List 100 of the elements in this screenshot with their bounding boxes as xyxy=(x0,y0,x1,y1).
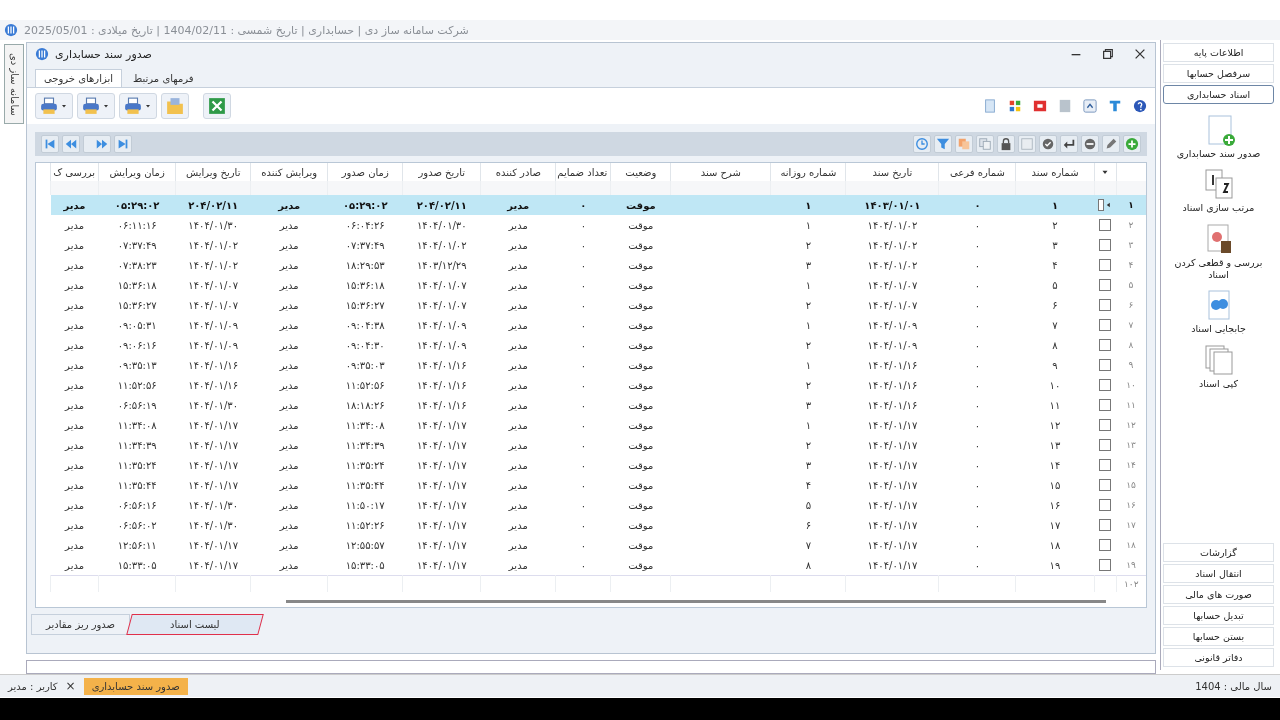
row-checkbox[interactable] xyxy=(1099,319,1111,331)
table-cell-text: ۱۴۰۴/۰۱/۱۷ xyxy=(187,538,240,553)
row-checkbox[interactable] xyxy=(1099,379,1111,391)
lock-icon[interactable] xyxy=(999,137,1013,151)
sidebar-item[interactable]: کپی اسناد xyxy=(1164,341,1273,393)
ribbon-tab[interactable]: فرمهای مرتبط xyxy=(124,69,203,87)
column-header[interactable]: شماره فرعی xyxy=(938,163,1016,181)
table-row[interactable]: ۱ ۱ ۰ ۱۴۰۳/۰۱/۰۱ ۱ موقت ۰ مدیر ۲۰۴/۰۲/۱۱ ۰۵:۲۹:۰۲ مدیر ۲۰۴/۰۲/۱۱ ۰۵:۲۹:۰۲ مدیر xyxy=(50,195,1146,215)
column-header[interactable]: زمان ویرایش xyxy=(98,163,176,181)
sidebar-section[interactable]: سرفصل حسابها xyxy=(1163,64,1274,83)
ribbon-tab[interactable]: ابزارهای خروجی xyxy=(35,69,123,87)
restore-icon[interactable] xyxy=(1101,47,1115,61)
row-checkbox[interactable] xyxy=(1099,359,1111,371)
first-icon[interactable] xyxy=(43,137,57,151)
toolbar-button[interactable] xyxy=(203,93,231,119)
table-row[interactable]: ۱۷ ۱۷ ۰ ۱۴۰۴/۰۱/۱۷ ۶ موقت ۰ مدیر ۱۴۰۴/۰۱/۱۷ ۱۱:۵۲:۲۶ مدیر ۱۴۰۴/۰۱/۳۰ ۰۶:۵۶:۰۲ مدیر xyxy=(50,515,1146,535)
column-header[interactable]: زمان صدور xyxy=(327,163,403,181)
table-cell-text: ۰ xyxy=(973,498,982,513)
row-checkbox[interactable] xyxy=(1099,459,1111,471)
sidebar-section[interactable]: اطلاعات پایه xyxy=(1163,43,1274,62)
sidebar-item[interactable]: بررسی و قطعی کردن اسناد xyxy=(1164,220,1273,284)
column-header[interactable]: تاریخ ویرایش xyxy=(175,163,251,181)
enter-icon[interactable] xyxy=(1062,137,1076,151)
row-checkbox[interactable] xyxy=(1099,279,1111,291)
row-checkbox[interactable] xyxy=(1099,239,1111,251)
table-row[interactable]: ۱۰ ۱۰ ۰ ۱۴۰۴/۰۱/۱۶ ۲ موقت ۰ مدیر ۱۴۰۴/۰۱/۱۶ ۱۱:۵۲:۵۶ مدیر ۱۴۰۴/۰۱/۱۶ ۱۱:۵۲:۵۶ مدیر xyxy=(50,375,1146,395)
row-checkbox[interactable] xyxy=(1099,479,1111,491)
table-row[interactable]: ۳ ۳ ۰ ۱۴۰۴/۰۱/۰۲ ۲ موقت ۰ مدیر ۱۴۰۴/۰۱/۰۲ ۰۷:۳۷:۴۹ مدیر ۱۴۰۴/۰۱/۰۲ ۰۷:۳۷:۴۹ مدیر xyxy=(50,235,1146,255)
table-cell: ۰ xyxy=(555,215,611,235)
row-checkbox[interactable] xyxy=(1099,299,1111,311)
row-checkbox[interactable] xyxy=(1099,339,1111,351)
sidebar-item[interactable]: مرتب سازی اسناد xyxy=(1164,166,1273,217)
pencil-icon[interactable] xyxy=(1104,137,1118,151)
column-header[interactable]: صادر کننده xyxy=(480,163,556,181)
column-header[interactable]: شماره روزانه xyxy=(770,163,846,181)
column-header[interactable]: ویرایش کننده xyxy=(250,163,328,181)
table-row[interactable]: ۱۹ ۱۹ ۰ ۱۴۰۴/۰۱/۱۷ ۸ موقت ۰ مدیر ۱۴۰۴/۰۱/۱۷ ۱۵:۳۳:۰۵ مدیر ۱۴۰۴/۰۱/۱۷ ۱۵:۳۳:۰۵ مدیر xyxy=(50,555,1146,576)
row-checkbox[interactable] xyxy=(1098,199,1104,211)
collapse-icon[interactable] xyxy=(1083,99,1097,113)
row-checkbox[interactable] xyxy=(1099,499,1111,511)
sidebar-item[interactable]: صدور سند حسابداری xyxy=(1164,112,1273,163)
close-task-button[interactable]: × xyxy=(63,679,78,693)
sidebar-link[interactable]: انتقال اسناد xyxy=(1163,564,1274,583)
scrollbar[interactable] xyxy=(286,600,1106,603)
windows-icon[interactable] xyxy=(1008,99,1022,113)
table-row[interactable]: ۱۴ ۱۴ ۰ ۱۴۰۴/۰۱/۱۷ ۳ موقت ۰ مدیر ۱۴۰۴/۰۱/۱۷ ۱۱:۳۵:۲۴ مدیر ۱۴۰۴/۰۱/۱۷ ۱۱:۳۵:۲۴ مدیر xyxy=(50,455,1146,475)
column-header[interactable]: شماره سند xyxy=(1015,163,1094,181)
row-checkbox[interactable] xyxy=(1099,439,1111,451)
sidebar-link[interactable]: تبدیل حسابها xyxy=(1163,606,1274,625)
row-checkbox[interactable] xyxy=(1099,539,1111,551)
sidebar-link[interactable]: دفاتر قانونی xyxy=(1163,648,1274,667)
sidebar-link[interactable]: گزارشات xyxy=(1163,543,1274,562)
table-row[interactable]: ۵ ۵ ۰ ۱۴۰۴/۰۱/۰۷ ۱ موقت ۰ مدیر ۱۴۰۴/۰۱/۰۷ ۱۵:۳۶:۱۸ مدیر ۱۴۰۴/۰۱/۰۷ ۱۵:۳۶:۱۸ مدیر xyxy=(50,275,1146,295)
table-row[interactable]: ۲ ۲ ۰ ۱۴۰۴/۰۱/۰۲ ۱ موقت ۰ مدیر ۱۴۰۴/۰۱/۳۰ ۰۶:۰۴:۲۶ مدیر ۱۴۰۴/۰۱/۳۰ ۰۶:۱۱:۱۶ مدیر xyxy=(50,215,1146,235)
sidebar-link[interactable]: بستن حسابها xyxy=(1163,627,1274,646)
toolbar-button[interactable] xyxy=(77,93,115,119)
text-icon[interactable] xyxy=(1108,99,1122,113)
side-tab[interactable]: سامانه ساز دی xyxy=(4,44,24,124)
table-row[interactable]: ۱۵ ۱۵ ۰ ۱۴۰۴/۰۱/۱۷ ۴ موقت ۰ مدیر ۱۴۰۴/۰۱/۱۷ ۱۱:۳۵:۴۴ مدیر ۱۴۰۴/۰۱/۱۷ ۱۱:۳۵:۴۴ مدیر xyxy=(50,475,1146,495)
close-icon[interactable] xyxy=(1133,47,1147,61)
previous-icon[interactable] xyxy=(64,137,78,151)
table-row[interactable]: ۱۳ ۱۳ ۰ ۱۴۰۴/۰۱/۱۷ ۲ موقت ۰ مدیر ۱۴۰۴/۰۱/۱۷ ۱۱:۳۴:۳۹ مدیر ۱۴۰۴/۰۱/۱۷ ۱۱:۳۴:۳۹ مدیر xyxy=(50,435,1146,455)
table-row[interactable]: ۱۱ ۱۱ ۰ ۱۴۰۴/۰۱/۱۶ ۳ موقت ۰ مدیر ۱۴۰۴/۰۱/۱۶ ۱۸:۱۸:۲۶ مدیر ۱۴۰۴/۰۱/۳۰ ۰۶:۵۶:۱۹ مدیر xyxy=(50,395,1146,415)
column-header[interactable]: تاریخ سند xyxy=(845,163,939,181)
column-header[interactable]: تاریخ صدور xyxy=(402,163,481,181)
table-row[interactable]: ۱۲ ۱۲ ۰ ۱۴۰۴/۰۱/۱۷ ۱ موقت ۰ مدیر ۱۴۰۴/۰۱/۱۷ ۱۱:۳۴:۰۸ مدیر ۱۴۰۴/۰۱/۱۷ ۱۱:۳۴:۰۸ مدیر xyxy=(50,415,1146,435)
row-checkbox[interactable] xyxy=(1099,559,1111,571)
bottom-tab[interactable]: صدور ریز مقادیر xyxy=(31,614,131,635)
help-icon[interactable] xyxy=(1133,99,1147,113)
table-row[interactable]: ۱۶ ۱۶ ۰ ۱۴۰۴/۰۱/۱۷ ۵ موقت ۰ مدیر ۱۴۰۴/۰۱/۱۷ ۱۱:۵۰:۱۷ مدیر ۱۴۰۴/۰۱/۳۰ ۰۶:۵۶:۱۶ مدیر xyxy=(50,495,1146,515)
column-header[interactable]: شرح سند xyxy=(670,163,771,181)
minus-icon[interactable] xyxy=(1083,137,1097,151)
row-checkbox[interactable] xyxy=(1099,259,1111,271)
toolbar-button[interactable] xyxy=(35,93,73,119)
row-checkbox[interactable] xyxy=(1099,399,1111,411)
row-checkbox[interactable] xyxy=(1099,419,1111,431)
stop-icon[interactable] xyxy=(1033,99,1047,113)
check-icon[interactable] xyxy=(1041,137,1055,151)
table-row[interactable]: ۷ ۷ ۰ ۱۴۰۴/۰۱/۰۹ ۱ موقت ۰ مدیر ۱۴۰۴/۰۱/۰۹ ۰۹:۰۴:۳۸ مدیر ۱۴۰۴/۰۱/۰۹ ۰۹:۰۵:۳۱ مدیر xyxy=(50,315,1146,335)
row-checkbox[interactable] xyxy=(1099,219,1111,231)
row-checkbox[interactable] xyxy=(1099,519,1111,531)
table-row[interactable]: ۶ ۶ ۰ ۱۴۰۴/۰۱/۰۷ ۲ موقت ۰ مدیر ۱۴۰۴/۰۱/۰۷ ۱۵:۳۶:۲۷ مدیر ۱۴۰۴/۰۱/۰۷ ۱۵:۳۶:۲۷ مدیر xyxy=(50,295,1146,315)
table-row[interactable]: ۱۸ ۱۸ ۰ ۱۴۰۴/۰۱/۱۷ ۷ موقت ۰ مدیر ۱۴۰۴/۰۱/۱۷ ۱۲:۵۵:۵۷ مدیر ۱۴۰۴/۰۱/۱۷ ۱۲:۵۶:۱۱ مدیر xyxy=(50,535,1146,555)
history-icon[interactable] xyxy=(915,137,929,151)
add-icon[interactable] xyxy=(1125,137,1139,151)
filter-icon[interactable] xyxy=(936,137,950,151)
sidebar-link[interactable]: صورت های مالی xyxy=(1163,585,1274,604)
last-icon[interactable] xyxy=(116,137,130,151)
task-button[interactable]: صدور سند حسابداری xyxy=(83,677,188,695)
table-row[interactable]: ۹ ۹ ۰ ۱۴۰۴/۰۱/۱۶ ۱ موقت ۰ مدیر ۱۴۰۴/۰۱/۱۶ ۰۹:۳۵:۰۳ مدیر ۱۴۰۴/۰۱/۱۶ ۰۹:۳۵:۱۳ مدیر xyxy=(50,355,1146,375)
table-row[interactable]: ۸ ۸ ۰ ۱۴۰۴/۰۱/۰۹ ۲ موقت ۰ مدیر ۱۴۰۴/۰۱/۰۹ ۰۹:۰۴:۳۰ مدیر ۱۴۰۴/۰۱/۰۹ ۰۹:۰۶:۱۶ مدیر xyxy=(50,335,1146,355)
bottom-tab[interactable]: لیست اسناد xyxy=(126,614,264,635)
toolbar-button[interactable] xyxy=(119,93,157,119)
table-row[interactable]: ۴ ۴ ۰ ۱۴۰۴/۰۱/۰۲ ۳ موقت ۰ مدیر ۱۴۰۳/۱۲/۲۹ ۱۸:۲۹:۵۳ مدیر ۱۴۰۴/۰۱/۰۲ ۰۷:۳۸:۲۳ مدیر xyxy=(50,255,1146,275)
sidebar-section[interactable]: اسناد حسابداری xyxy=(1163,85,1274,104)
column-header[interactable]: بررسی ک xyxy=(50,163,99,181)
sidebar-item[interactable]: جابجایی اسناد xyxy=(1164,287,1273,338)
column-header[interactable]: تعداد ضمایم xyxy=(555,163,611,181)
next-icon[interactable] xyxy=(95,137,109,151)
column-header[interactable]: وضعیت xyxy=(610,163,671,181)
